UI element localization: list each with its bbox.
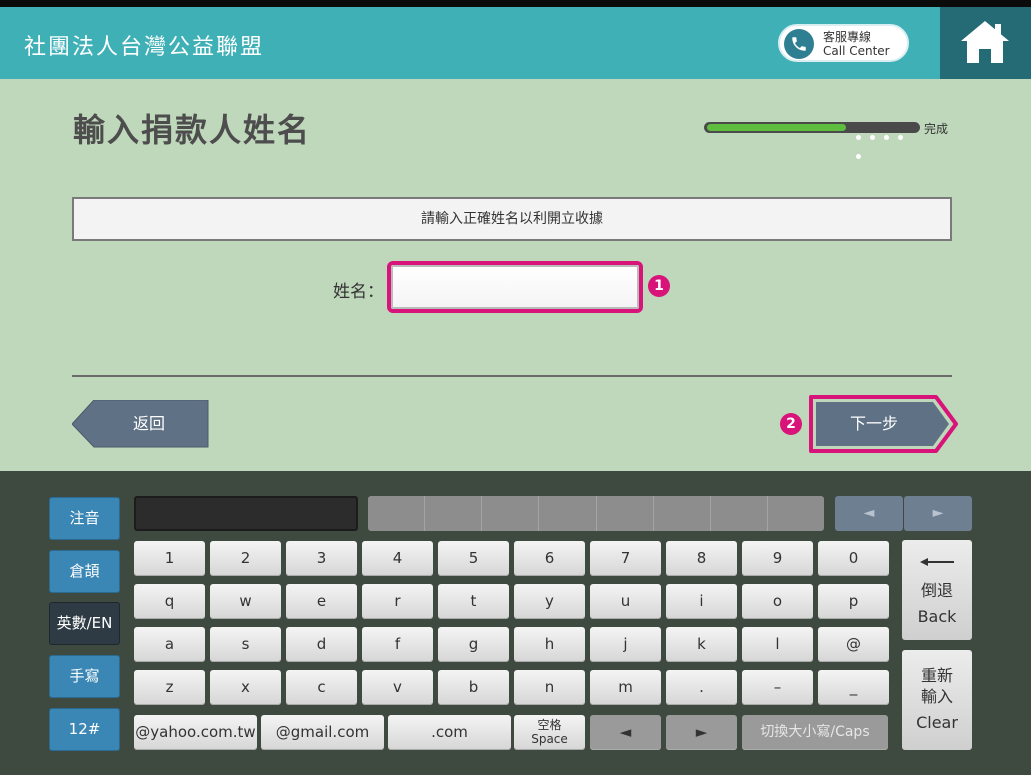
keyboard-key[interactable]: o bbox=[742, 584, 813, 619]
key-cursor-left[interactable]: ◄ bbox=[590, 715, 661, 750]
keyboard-key[interactable]: r bbox=[362, 584, 433, 619]
mode-zhuyin-button[interactable]: 注音 bbox=[49, 497, 120, 540]
call-center-line-2: Call Center bbox=[823, 44, 890, 58]
clear-label-2: 輸入 bbox=[920, 687, 953, 706]
phone-icon bbox=[784, 29, 814, 59]
candidate-next-button[interactable]: ► bbox=[904, 496, 972, 531]
top-border bbox=[0, 0, 1031, 7]
name-input[interactable] bbox=[391, 265, 639, 309]
keyboard-key[interactable]: _ bbox=[818, 670, 889, 705]
mode-english-button[interactable]: 英數/EN bbox=[49, 602, 120, 645]
keyboard-key[interactable]: h bbox=[514, 627, 585, 662]
main-panel: 輸入捐款人姓名 完成 請輸入正確姓名以利開立收據 姓名： 1 返回 2 下一步 bbox=[0, 79, 1031, 471]
keyboard-key[interactable]: 4 bbox=[362, 541, 433, 576]
space-label-top: 空格 bbox=[537, 718, 562, 732]
backspace-button[interactable]: 倒退 Back bbox=[902, 540, 972, 640]
org-name: 社團法人台灣公益聯盟 bbox=[24, 35, 265, 60]
home-icon bbox=[961, 21, 1009, 63]
keyboard-key[interactable]: u bbox=[590, 584, 661, 619]
mode-cangjie-button[interactable]: 倉頡 bbox=[49, 550, 120, 593]
keyboard-key[interactable]: 2 bbox=[210, 541, 281, 576]
next-button[interactable]: 下一步 bbox=[808, 394, 960, 454]
keyboard-key[interactable]: . bbox=[666, 670, 737, 705]
key-yahoo[interactable]: @yahoo.com.tw bbox=[134, 715, 257, 750]
mode-handwriting-button[interactable]: 手寫 bbox=[49, 655, 120, 698]
keyboard-key[interactable]: 3 bbox=[286, 541, 357, 576]
keyboard-key[interactable]: s bbox=[210, 627, 281, 662]
clear-button[interactable]: 重新 輸入 Clear bbox=[902, 650, 972, 750]
step-badge-2: 2 bbox=[780, 413, 802, 435]
key-caps[interactable]: 切換大小寫/Caps bbox=[742, 715, 888, 750]
keyboard-key[interactable]: l bbox=[742, 627, 813, 662]
keyboard-key[interactable]: 8 bbox=[666, 541, 737, 576]
mode-symbols-button[interactable]: 12# bbox=[49, 708, 120, 751]
keyboard-key[interactable]: b bbox=[438, 670, 509, 705]
key-cursor-right[interactable]: ► bbox=[666, 715, 737, 750]
keyboard-key[interactable]: x bbox=[210, 670, 281, 705]
keyboard-key[interactable]: z bbox=[134, 670, 205, 705]
key-dotcom[interactable]: .com bbox=[388, 715, 511, 750]
keyboard-key[interactable]: t bbox=[438, 584, 509, 619]
keyboard-key[interactable]: e bbox=[286, 584, 357, 619]
header-bar: 社團法人台灣公益聯盟 客服專線 Call Center bbox=[0, 7, 1031, 79]
call-center-line-1: 客服專線 bbox=[823, 30, 872, 44]
keyboard-key[interactable]: w bbox=[210, 584, 281, 619]
key-space[interactable]: 空格 Space bbox=[514, 715, 585, 750]
next-button-label: 下一步 bbox=[849, 414, 898, 433]
on-screen-keyboard: 注音 倉頡 英數/EN 手寫 12# ◄ ► 1234567890 qwertyu… bbox=[0, 471, 1031, 775]
name-input-frame bbox=[387, 261, 643, 313]
key-gmail[interactable]: @gmail.com bbox=[261, 715, 384, 750]
keyboard-key[interactable]: a bbox=[134, 627, 205, 662]
keyboard-key[interactable]: g bbox=[438, 627, 509, 662]
keyboard-key[interactable]: j bbox=[590, 627, 661, 662]
keyboard-key[interactable]: n bbox=[514, 670, 585, 705]
progress-bar bbox=[704, 122, 920, 159]
keyboard-key[interactable]: d bbox=[286, 627, 357, 662]
keyboard-key[interactable]: m bbox=[590, 670, 661, 705]
backspace-label-2: Back bbox=[917, 607, 957, 626]
candidate-bar[interactable] bbox=[368, 496, 824, 531]
divider bbox=[72, 375, 952, 377]
space-label-bottom: Space bbox=[531, 732, 568, 746]
keyboard-key[interactable]: i bbox=[666, 584, 737, 619]
step-badge-1: 1 bbox=[648, 275, 670, 297]
candidate-prev-button[interactable]: ◄ bbox=[835, 496, 903, 531]
call-center-label: 客服專線 Call Center bbox=[823, 30, 890, 58]
page-title: 輸入捐款人姓名 bbox=[73, 111, 312, 149]
progress-fill bbox=[707, 124, 846, 131]
keyboard-key[interactable]: 9 bbox=[742, 541, 813, 576]
keyboard-key[interactable]: c bbox=[286, 670, 357, 705]
name-label: 姓名： bbox=[333, 282, 384, 302]
call-center-button[interactable]: 客服專線 Call Center bbox=[778, 24, 909, 62]
keyboard-key[interactable]: 7 bbox=[590, 541, 661, 576]
keyboard-key[interactable]: k bbox=[666, 627, 737, 662]
keyboard-key[interactable]: 6 bbox=[514, 541, 585, 576]
keyboard-key[interactable]: – bbox=[742, 670, 813, 705]
keyboard-key[interactable]: y bbox=[514, 584, 585, 619]
keyboard-key[interactable]: v bbox=[362, 670, 433, 705]
keyboard-key[interactable]: 1 bbox=[134, 541, 205, 576]
backspace-arrow-icon bbox=[920, 558, 954, 566]
back-button[interactable]: 返回 bbox=[72, 400, 209, 448]
keyboard-key[interactable]: 5 bbox=[438, 541, 509, 576]
keyboard-key[interactable]: 0 bbox=[818, 541, 889, 576]
clear-label-1: 重新 bbox=[920, 666, 953, 685]
keyboard-key[interactable]: q bbox=[134, 584, 205, 619]
home-button[interactable] bbox=[940, 7, 1031, 79]
hint-message: 請輸入正確姓名以利開立收據 bbox=[72, 197, 952, 241]
keyboard-key[interactable]: f bbox=[362, 627, 433, 662]
composition-display bbox=[134, 496, 358, 531]
progress-label: 完成 bbox=[924, 122, 949, 136]
clear-label-3: Clear bbox=[916, 713, 958, 732]
progress-steps bbox=[856, 125, 920, 163]
back-button-label: 返回 bbox=[132, 414, 165, 433]
backspace-label-1: 倒退 bbox=[920, 581, 953, 600]
keyboard-key[interactable]: @ bbox=[818, 627, 889, 662]
keyboard-key[interactable]: p bbox=[818, 584, 889, 619]
